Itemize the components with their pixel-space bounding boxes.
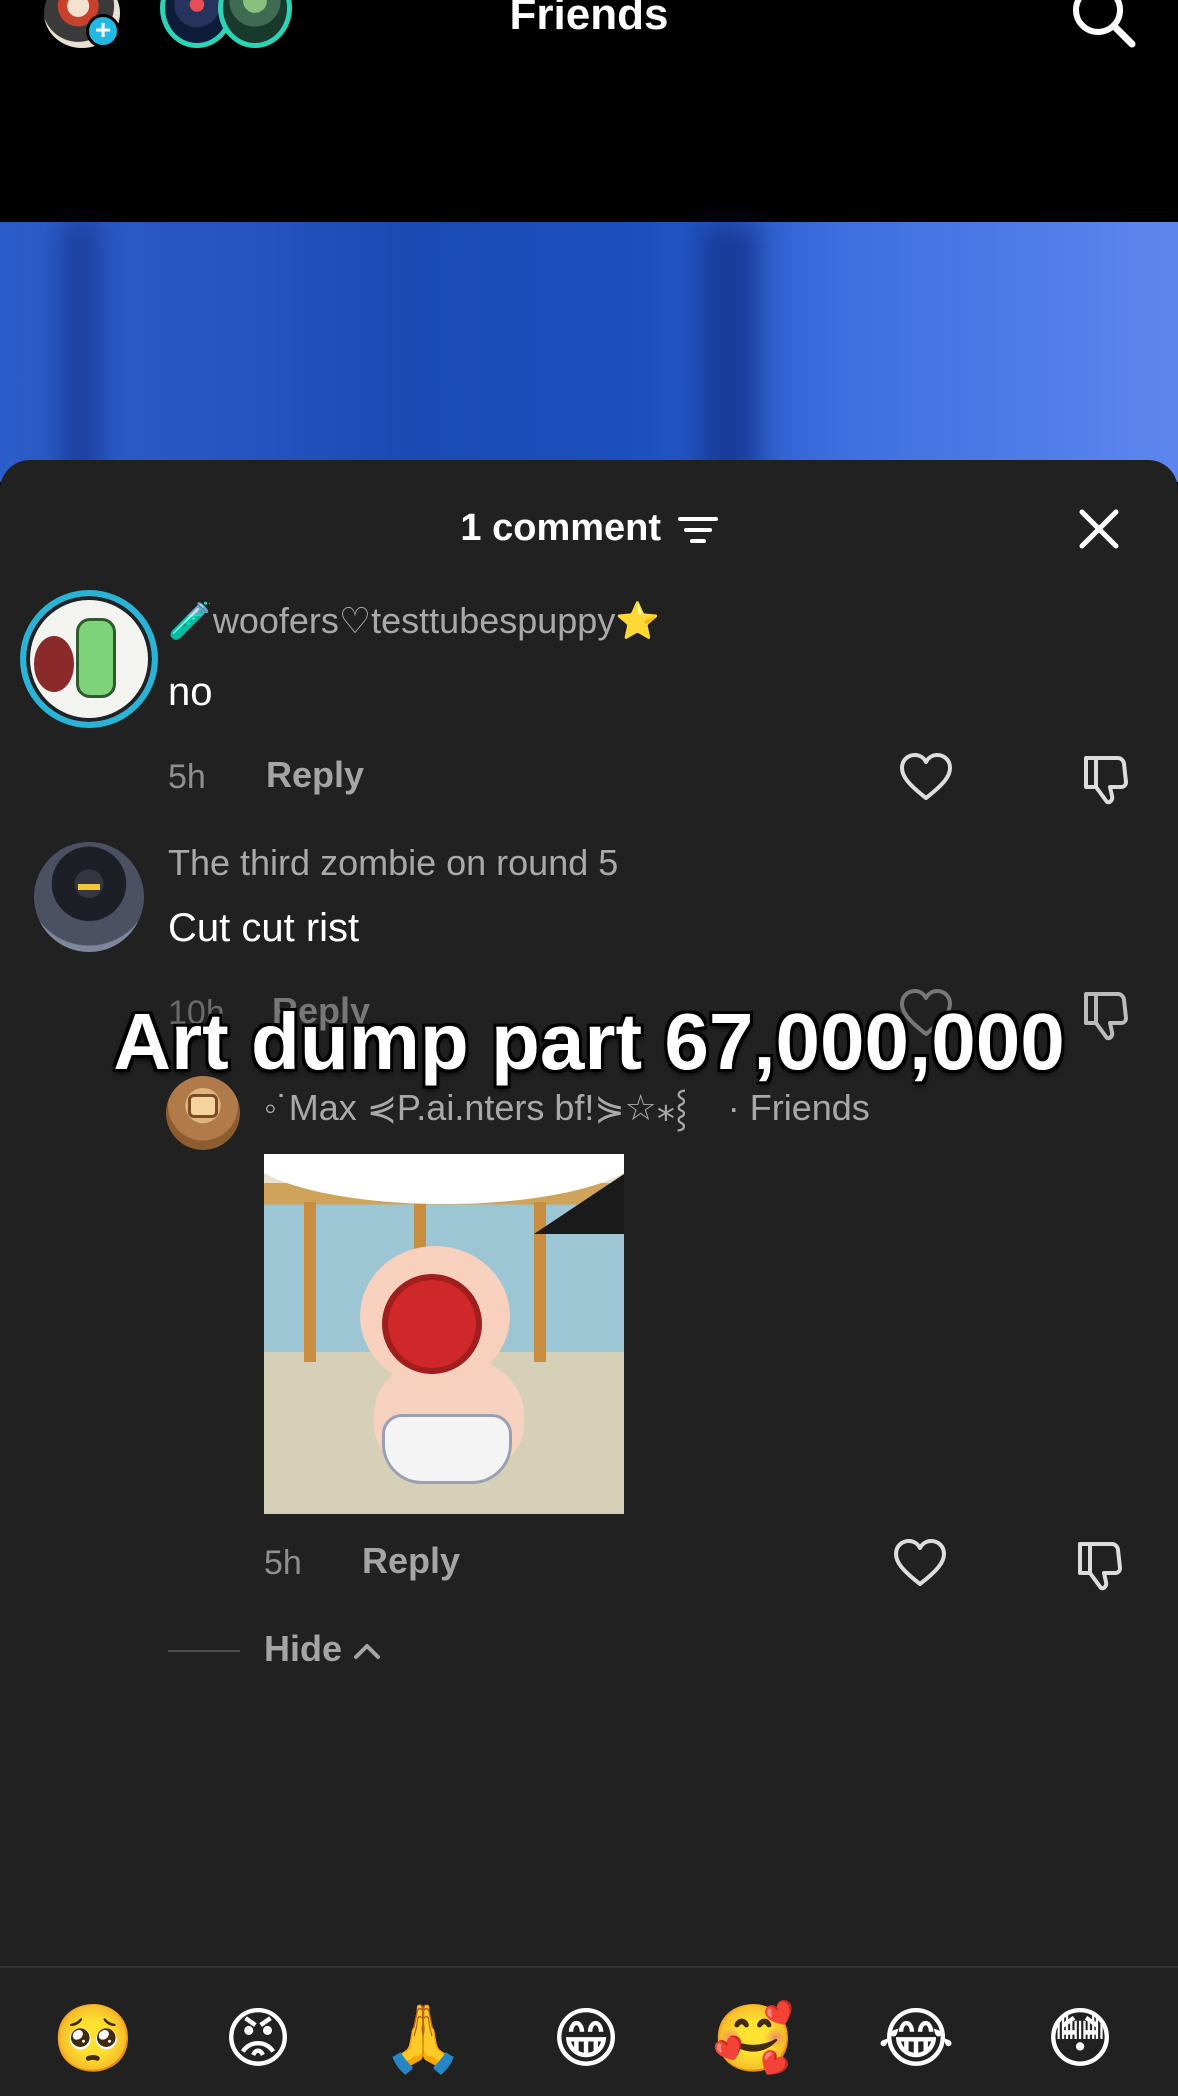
heart-icon[interactable] [898, 750, 954, 806]
friends-tag: · Friends [727, 1087, 870, 1128]
sticker-image[interactable] [264, 1154, 624, 1514]
hide-label: Hide [264, 1628, 382, 1670]
sheet-header: 1 comment [0, 498, 1178, 558]
hide-text: Hide [264, 1628, 343, 1669]
avatar-face [188, 1094, 218, 1118]
baby-mouth [382, 1274, 482, 1374]
crib-bar [304, 1202, 316, 1362]
comment-text: no [168, 670, 213, 714]
comment-username[interactable]: 🧪woofers♡testtubespuppy⭐ [168, 600, 660, 642]
dislike-icon[interactable] [1072, 1536, 1128, 1592]
divider [168, 1650, 240, 1652]
avatar-test-tube [76, 618, 116, 698]
reply-button[interactable]: Reply [266, 754, 364, 796]
emoji-tears-of-joy[interactable]: 😂 [876, 1998, 956, 2078]
video-caption-overlay: Art dump part 67,000,000 [113, 997, 1065, 1086]
comment-text: Cut cut rist [168, 906, 360, 950]
avatar-eyes [78, 884, 100, 890]
avatar[interactable] [34, 842, 144, 952]
close-icon[interactable] [1074, 504, 1124, 554]
emoji-grin[interactable]: 😁 [546, 1998, 626, 2078]
video-background[interactable] [0, 222, 1178, 482]
emoji-angry[interactable]: 😡 [218, 1998, 298, 2078]
page-title[interactable]: Friends [0, 0, 1178, 40]
avatar-hair [34, 636, 74, 692]
emoji-pleading[interactable]: 🥺 [52, 1998, 134, 2078]
reply-time: 5h [264, 1544, 302, 1582]
avatar[interactable] [20, 590, 158, 728]
reply-button[interactable]: Reply [362, 1540, 460, 1582]
reply-username[interactable]: ◦˙Max ⋞P.ai.nters bf!⋟☆⁎⸾ · Friends [264, 1082, 870, 1131]
dislike-icon[interactable] [1078, 750, 1134, 806]
comments-sheet: 1 comment 🧪woofers♡testtubespuppy⭐ no 5h… [0, 460, 1178, 2096]
filter-icon[interactable] [677, 514, 718, 546]
emoji-pray[interactable]: 🙏 [382, 1998, 464, 2078]
emoji-flushed[interactable]: 😳 [1040, 1998, 1120, 2078]
app-screen: + Friends 1 comment 🧪woofers♡testtubespu… [0, 0, 1178, 2096]
emoji-smiling-hearts[interactable]: 🥰 [712, 1998, 794, 2078]
top-bar: + Friends [0, 0, 1178, 222]
speech-bubble-tail [504, 1174, 624, 1234]
search-icon[interactable] [1068, 0, 1138, 50]
heart-icon[interactable] [892, 1536, 948, 1592]
reply-username-text: ◦˙Max ⋞P.ai.nters bf!⋟☆⁎⸾ [264, 1087, 688, 1128]
comment-count-label: 1 comment [460, 507, 662, 549]
emoji-bar: 🥺 😡 🙏 😁 🥰 😂 😳 [0, 1966, 1178, 2096]
comment-count: 1 comment [0, 498, 1178, 558]
baby-diaper [382, 1414, 512, 1484]
comment-username[interactable]: The third zombie on round 5 [168, 842, 618, 884]
comment-time: 5h [168, 758, 206, 796]
chevron-up-icon [354, 1644, 381, 1660]
